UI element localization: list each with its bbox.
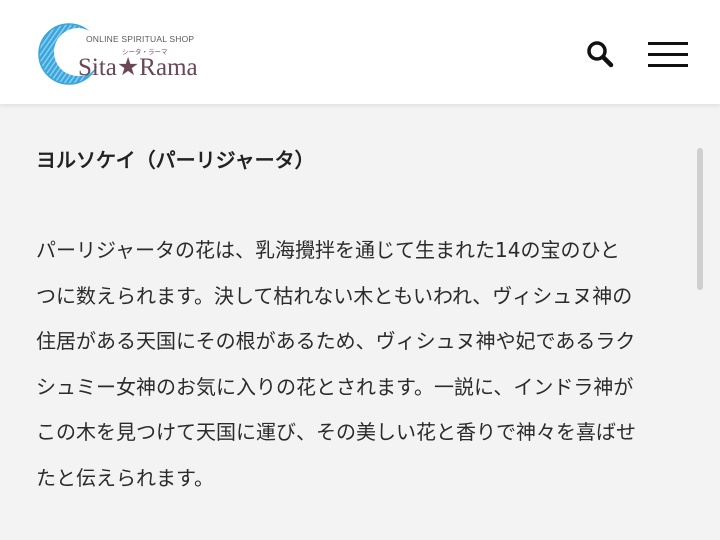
paragraph-line: つに数えられます。決して枯れない木ともいわれ、ヴィシュヌ神の	[36, 283, 633, 308]
article-content: ヨルソケイ（パーリジャータ） パーリジャータの花は、乳海攪拌を通じて生まれた14…	[0, 104, 720, 540]
article-paragraph: パーリジャータの花は、乳海攪拌を通じて生まれた14の宝のひと つに数えられます。…	[36, 228, 696, 501]
paragraph-line: パーリジャータの花は、乳海攪拌を通じて生まれた14の宝のひと	[36, 238, 620, 262]
search-icon	[587, 41, 614, 68]
paragraph-line: 住居がある天国にその根があるため、ヴィシュヌ神や妃であるラク	[36, 329, 636, 353]
paragraph-line: たと伝えられます。	[36, 465, 214, 490]
paragraph-line: シュミー女神のお気に入りの花とされます。一説に、インドラ神が	[36, 374, 634, 399]
site-header: ONLINE SPIRITUAL SHOP シータ・ラーマ Sita★Rama	[0, 0, 720, 104]
scrollbar[interactable]	[697, 148, 703, 290]
hamburger-menu-icon-bar-top	[648, 42, 688, 45]
paragraph-line: この木を見つけて天国に運び、その美しい花と香りで神々を喜ばせ	[36, 420, 636, 444]
article-heading: ヨルソケイ（パーリジャータ）	[36, 148, 315, 172]
site-logo[interactable]: ONLINE SPIRITUAL SHOP シータ・ラーマ Sita★Rama	[38, 22, 208, 86]
logo-tagline: ONLINE SPIRITUAL SHOP	[86, 34, 195, 44]
search-button[interactable]	[584, 38, 616, 70]
menu-button[interactable]	[648, 40, 690, 70]
hamburger-menu-icon-bar-middle	[648, 53, 688, 56]
logo-name: Sita★Rama	[78, 54, 198, 81]
hamburger-menu-icon-bar-bottom	[648, 64, 688, 67]
